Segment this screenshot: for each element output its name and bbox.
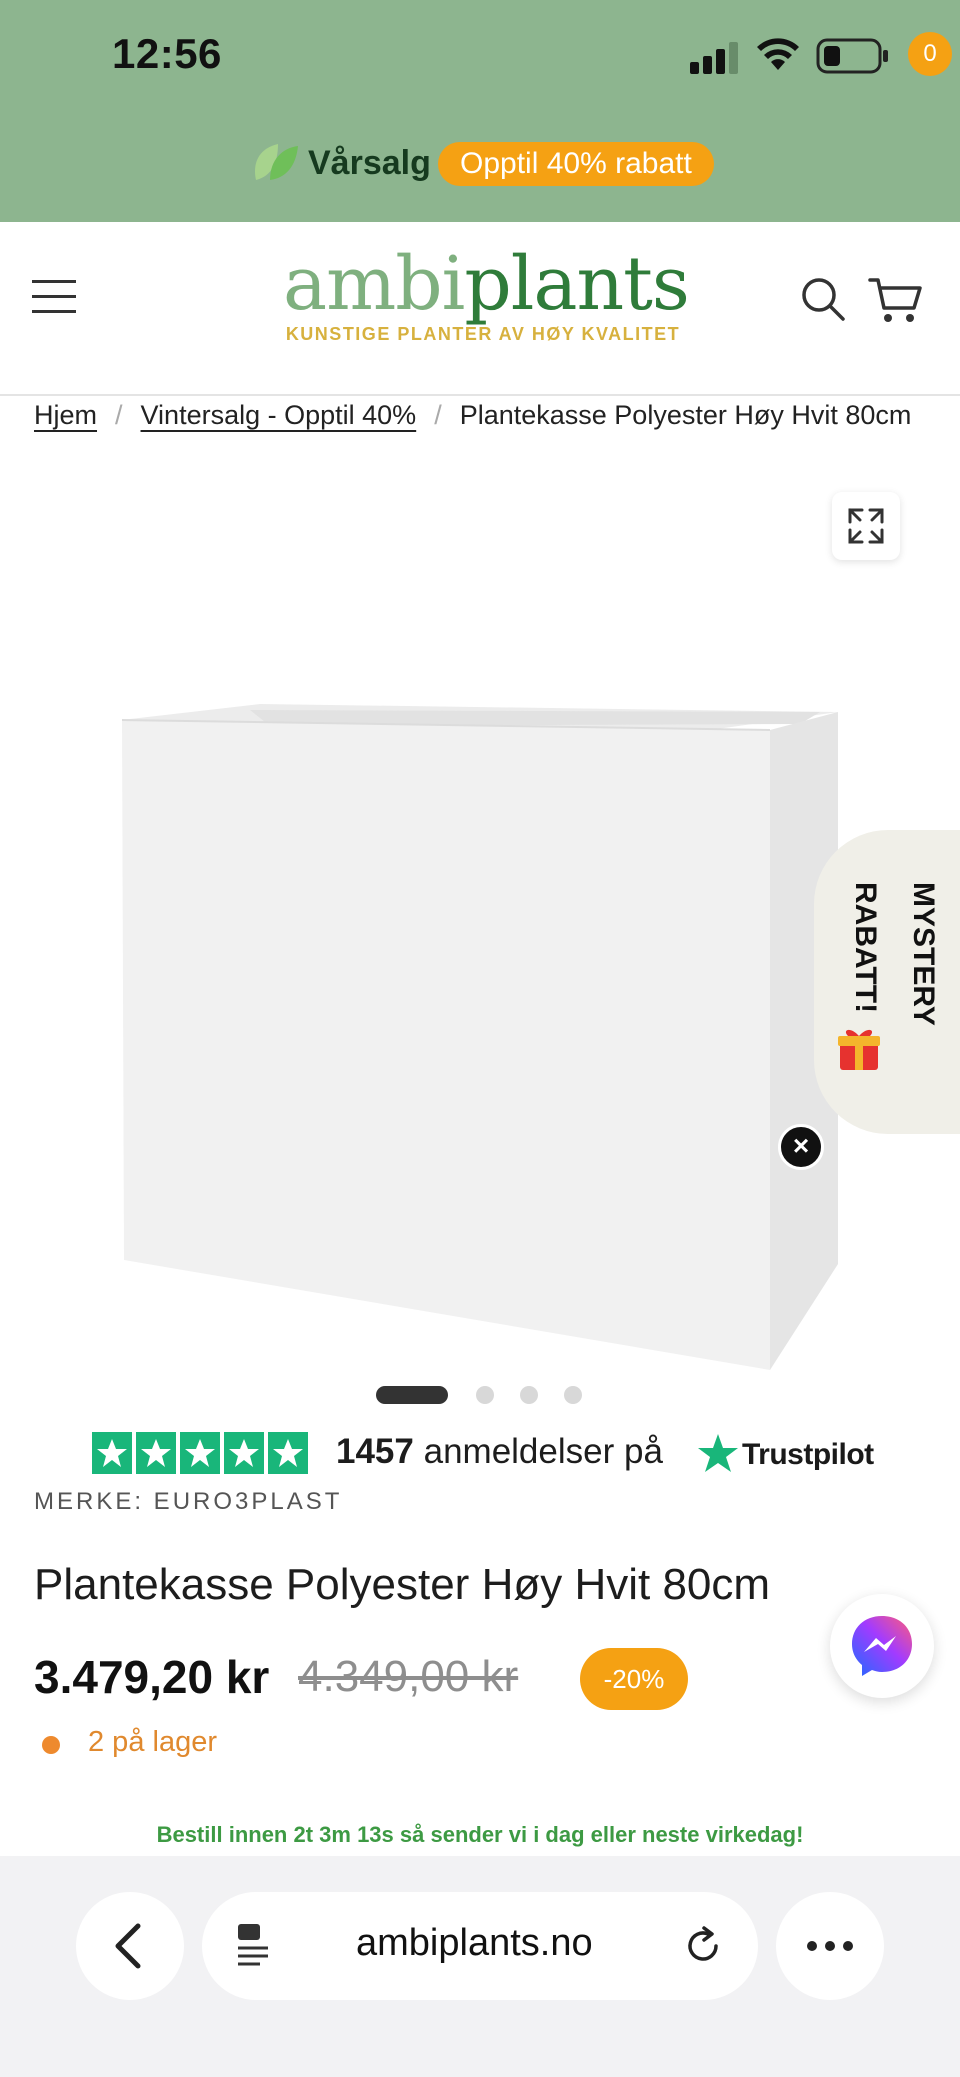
messenger-icon <box>852 1616 912 1676</box>
product-title: Plantekasse Polyester Høy Hvit 80cm <box>34 1560 771 1609</box>
mystery-line2: RABATT! <box>850 882 882 1013</box>
more-icon <box>807 1941 853 1951</box>
review-count-text[interactable]: 1457 anmeldelser på <box>336 1432 663 1472</box>
cart-count-badge[interactable]: 0 <box>908 32 952 76</box>
url-text[interactable]: ambiplants.no <box>356 1922 593 1965</box>
chevron-left-icon <box>115 1923 141 1969</box>
star-icon <box>229 1439 259 1467</box>
reload-icon[interactable] <box>682 1924 726 1968</box>
breadcrumb-category[interactable]: Vintersalg - Opptil 40% <box>141 400 417 430</box>
breadcrumb-separator: / <box>434 400 442 430</box>
promo-discount-pill[interactable]: Opptil 40% rabatt <box>438 142 714 186</box>
logo-tagline: KUNSTIGE PLANTER AV HØY KVALITET <box>285 324 681 344</box>
expand-icon <box>848 508 884 544</box>
gallery-dot-active[interactable] <box>376 1386 448 1404</box>
breadcrumb-home[interactable]: Hjem <box>34 400 97 430</box>
battery-icon <box>816 38 888 74</box>
trustpilot-stars[interactable] <box>92 1432 310 1474</box>
trustpilot-wordmark: Trustpilot <box>742 1438 874 1471</box>
gallery-dot[interactable] <box>520 1386 538 1404</box>
mystery-line1: MYSTERY <box>907 882 940 1026</box>
status-time: 12:56 <box>112 30 222 77</box>
search-icon[interactable] <box>800 276 846 322</box>
star-icon <box>141 1439 171 1467</box>
gallery-dot[interactable] <box>564 1386 582 1404</box>
logo-text-ambi: ambi <box>283 241 465 327</box>
breadcrumb: Hjem / Vintersalg - Opptil 40% / Plantekasse… <box>34 400 960 440</box>
breadcrumb-separator: / <box>115 400 123 430</box>
wifi-icon <box>757 38 799 70</box>
page-settings-icon[interactable] <box>234 1922 274 1970</box>
product-brand[interactable]: MERKE: EURO3PLAST <box>34 1488 342 1516</box>
site-logo[interactable]: ambiplants KUNSTIGE PLANTER AV HØY KVALI… <box>283 241 690 352</box>
star-icon <box>97 1439 127 1467</box>
star-icon <box>185 1439 215 1467</box>
cart-icon[interactable] <box>868 274 922 324</box>
menu-icon[interactable] <box>32 280 76 314</box>
review-label: anmeldelser på <box>423 1432 663 1471</box>
breadcrumb-current: Plantekasse Polyester Høy Hvit 80cm <box>459 400 912 430</box>
close-mystery-button[interactable]: × <box>778 1124 824 1170</box>
stock-status: 2 på lager <box>88 1726 217 1758</box>
review-count: 1457 <box>336 1432 414 1471</box>
product-price: 3.479,20 kr <box>34 1651 270 1703</box>
back-button[interactable] <box>76 1892 184 2000</box>
star-icon <box>273 1439 303 1467</box>
product-image[interactable] <box>110 690 850 1370</box>
logo-text-plants: plants <box>464 241 690 327</box>
site-header: ambiplants KUNSTIGE PLANTER AV HØY KVALI… <box>0 222 960 396</box>
product-old-price: 4.349,00 kr <box>298 1652 519 1701</box>
more-options-button[interactable] <box>776 1892 884 2000</box>
cellular-signal-icon <box>690 42 738 74</box>
expand-image-button[interactable] <box>832 492 900 560</box>
delivery-countdown: Bestill innen 2t 3m 13s så sender vi i d… <box>156 1822 804 1847</box>
discount-badge: -20% <box>580 1648 688 1710</box>
trustpilot-star-icon <box>698 1434 738 1472</box>
stock-status-dot <box>42 1736 60 1754</box>
gift-icon <box>838 1029 880 1070</box>
gallery-pagination <box>376 1384 596 1404</box>
promo-bar[interactable]: Vårsalg Opptil 40% rabatt <box>0 140 960 188</box>
leaf-icon <box>254 144 298 180</box>
trustpilot-logo[interactable]: Trustpilot <box>698 1432 878 1474</box>
gallery-dot[interactable] <box>476 1386 494 1404</box>
promo-label: Vårsalg <box>308 144 431 182</box>
messenger-chat-button[interactable] <box>830 1594 934 1698</box>
